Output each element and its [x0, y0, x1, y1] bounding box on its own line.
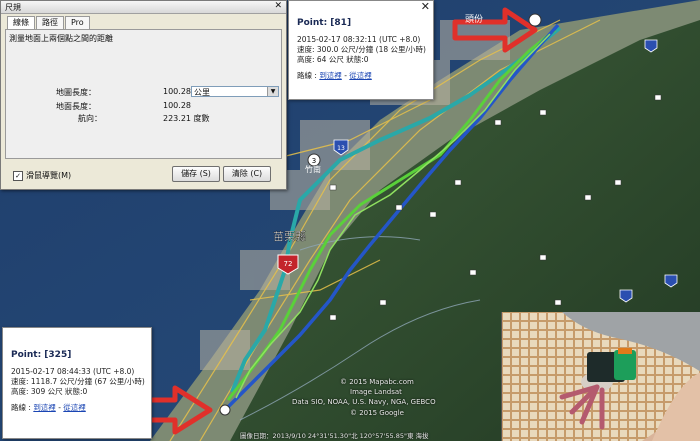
route-from-here-link[interactable]: 從這裡: [63, 403, 86, 412]
ruler-titlebar[interactable]: 尺規 ✕: [1, 1, 286, 14]
ground-length-value: 100.28: [163, 101, 191, 110]
chevron-down-icon[interactable]: ▼: [267, 87, 278, 96]
tab-pro[interactable]: Pro: [65, 16, 90, 29]
ruler-description: 測量地面上兩個點之間的距離: [9, 34, 113, 43]
heading-label: 航向：: [78, 114, 102, 123]
info-balloon-top: ✕ Point: [81] 2015-02-17 08:32:11 (UTC +…: [288, 0, 434, 100]
clear-button[interactable]: 清除 (C): [223, 166, 271, 182]
point-title: Point: [81]: [297, 18, 352, 28]
route-shield-72-label: 72: [284, 260, 293, 268]
point-title: Point: [325]: [11, 350, 72, 360]
tab-line[interactable]: 線條: [7, 16, 35, 29]
route-prefix: 路線 :: [297, 71, 317, 80]
attribution-line-3: Data SIO, NOAA, U.S. Navy, NGA, GEBCO: [292, 398, 436, 406]
point-timestamp: 2015-02-17 08:32:11 (UTC +8.0): [297, 35, 421, 44]
bird-tracker-image: [502, 312, 700, 441]
point-speed: 速度: 300.0 公尺/分鐘 (18 公里/小時): [297, 45, 426, 54]
unit-select-value: 公里: [194, 88, 210, 97]
attribution-line-2: Image Landsat: [350, 388, 402, 396]
route-shield-3-label: 3: [312, 157, 316, 165]
ruler-dialog: 尺規 ✕ 線條 路徑 Pro 測量地面上兩個點之間的距離 地圖長度： 100.2…: [0, 0, 287, 190]
route-to-here-link[interactable]: 到這裡: [319, 71, 342, 80]
inset-photo: [501, 312, 700, 441]
town-label-1: 竹南: [305, 164, 321, 174]
start-marker-icon[interactable]: [528, 13, 542, 27]
mouse-nav-checkbox[interactable]: ✓ 滑鼠導覽(M): [13, 170, 71, 181]
attribution-line-4: © 2015 Google: [350, 409, 404, 417]
point-timestamp: 2015-02-17 08:44:33 (UTC +8.0): [11, 367, 135, 376]
close-icon[interactable]: ✕: [421, 0, 430, 13]
info-balloon-bottom: Point: [325] 2015-02-17 08:44:33 (UTC +8…: [2, 327, 152, 439]
route-shield-13-label: 13: [337, 145, 345, 152]
point-speed: 速度: 1118.7 公尺/分鐘 (67 公里/小時): [11, 377, 145, 386]
route-links: 路線 : 到這裡 - 從這裡: [297, 70, 433, 81]
status-bar: 圖像日期：2013/9/10 24°31'51.30"北 120°57'55.8…: [240, 432, 429, 440]
attribution-line-1: © 2015 Mapabc.com: [340, 378, 414, 386]
map-length-value: 100.28: [163, 87, 191, 96]
ruler-panel: 測量地面上兩個點之間的距離 地圖長度： 100.28 公里 ▼ 地面長度： 10…: [5, 29, 282, 159]
map-length-label: 地圖長度：: [56, 88, 96, 97]
ruler-tabs: 線條 路徑 Pro: [7, 16, 90, 29]
county-label: 苗栗縣: [273, 230, 306, 243]
town-label-2: 頭份: [465, 13, 483, 25]
heading-value: 223.21 度數: [163, 114, 210, 123]
unit-select[interactable]: 公里 ▼: [191, 86, 279, 97]
route-links: 路線 : 到這裡 - 從這裡: [11, 402, 151, 413]
tab-path[interactable]: 路徑: [36, 16, 64, 29]
point-altitude: 高度: 64 公尺 狀態:0: [297, 55, 369, 64]
end-marker-icon[interactable]: [219, 404, 231, 416]
save-button[interactable]: 儲存 (S): [172, 166, 220, 182]
mouse-nav-label: 滑鼠導覽(M): [26, 171, 72, 180]
ruler-title: 尺規: [5, 3, 21, 12]
route-from-here-link[interactable]: 從這裡: [349, 71, 372, 80]
close-icon[interactable]: ✕: [274, 1, 282, 11]
checkbox-checked-icon[interactable]: ✓: [13, 170, 23, 181]
route-prefix: 路線 :: [11, 403, 31, 412]
ground-length-label: 地面長度：: [56, 102, 96, 111]
route-to-here-link[interactable]: 到這裡: [33, 403, 56, 412]
point-altitude: 高度: 309 公尺 狀態:0: [11, 387, 88, 396]
